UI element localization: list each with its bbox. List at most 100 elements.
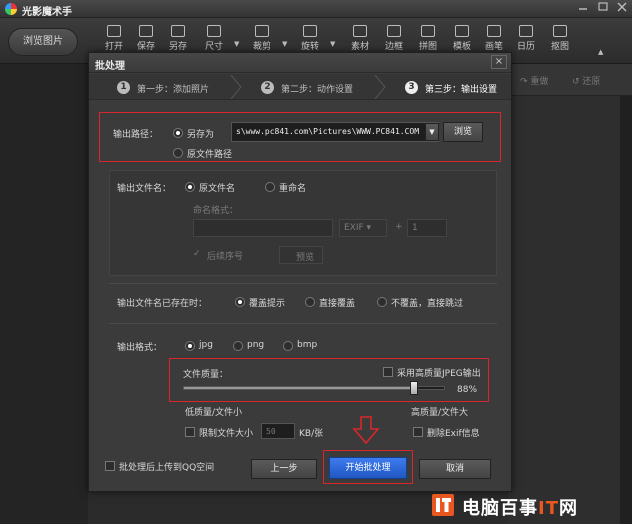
step-1-number: 1: [117, 81, 130, 94]
cutout-icon: [553, 25, 567, 37]
browse-button[interactable]: 浏览: [443, 122, 483, 142]
limit-size-label: 限制文件大小: [199, 429, 254, 439]
step-1-label[interactable]: 第一步：添加照片: [137, 82, 209, 95]
crop-icon: [255, 25, 269, 37]
divider: [109, 323, 497, 324]
quality-label: 文件质量：: [183, 370, 229, 380]
format-png-radio[interactable]: [233, 341, 243, 351]
format-jpg-radio[interactable]: [185, 341, 195, 351]
original-path-radio[interactable]: [173, 148, 183, 158]
format-png-label: png: [247, 340, 265, 350]
save-icon: [139, 25, 153, 37]
cancel-button[interactable]: 取消: [419, 459, 491, 479]
step-separator-icon: [230, 75, 242, 99]
limit-size-input[interactable]: 50: [261, 423, 295, 439]
tool-cutout-button[interactable]: 抠图: [542, 22, 578, 62]
step-3-number: 3: [405, 81, 418, 94]
low-quality-label: 低质量/文件小: [185, 408, 243, 418]
limit-size-checkbox[interactable]: [185, 427, 195, 437]
limit-size-unit: KB/张: [299, 429, 324, 439]
redo-icon: ↷: [520, 77, 531, 87]
naming-format-input[interactable]: [193, 219, 333, 237]
window-minimize-icon[interactable]: [574, 0, 592, 14]
quality-slider-thumb[interactable]: [410, 381, 418, 395]
quality-slider-fill: [184, 387, 413, 389]
quality-slider-track[interactable]: [183, 386, 445, 390]
upload-qq-label: 批处理后上传到QQ空间: [119, 463, 215, 473]
original-name-label: 原文件名: [199, 184, 236, 194]
right-panel-scrollbar[interactable]: [620, 96, 632, 524]
dialog-title: 批处理: [95, 61, 125, 72]
output-name-label: 输出文件名：: [117, 184, 172, 194]
app-logo-icon: [5, 3, 17, 15]
brush-icon: [487, 25, 501, 37]
restore-icon: ↺: [572, 77, 583, 87]
format-jpg-label: jpg: [199, 340, 213, 350]
overwrite-prompt-radio[interactable]: [235, 297, 245, 307]
window-maximize-icon[interactable]: [594, 0, 612, 14]
post-sequence-label: 后续序号: [207, 252, 244, 262]
step-2-label[interactable]: 第二步：动作设置: [281, 82, 353, 95]
previous-step-button[interactable]: 上一步: [251, 459, 317, 479]
upload-qq-checkbox[interactable]: [105, 461, 115, 471]
direct-overwrite-label: 直接覆盖: [319, 299, 356, 309]
save-as-icon: [171, 25, 185, 37]
high-quality-jpeg-checkbox[interactable]: [383, 367, 393, 377]
post-sequence-check-icon[interactable]: ✓: [193, 249, 201, 259]
step-3-label[interactable]: 第三步：输出设置: [425, 82, 497, 95]
output-format-label: 输出格式：: [117, 343, 163, 353]
file-exists-label: 输出文件名已存在时：: [117, 299, 208, 309]
skip-label: 不覆盖，直接跳过: [391, 299, 464, 309]
output-path-label: 输出路径：: [113, 130, 159, 140]
path-dropdown-icon[interactable]: ▼: [425, 123, 439, 141]
original-name-radio[interactable]: [185, 182, 195, 192]
tool-calendar-button[interactable]: 日历: [508, 22, 544, 62]
step-2-number: 2: [261, 81, 274, 94]
browse-images-button[interactable]: 浏览图片: [8, 28, 78, 56]
high-quality-label: 高质量/文件大: [411, 408, 469, 418]
skip-radio[interactable]: [377, 297, 387, 307]
calendar-icon: [519, 25, 533, 37]
rotate-dropdown-icon[interactable]: ▼: [330, 40, 336, 48]
plus-label: +: [395, 222, 403, 232]
save-as-radio[interactable]: [173, 128, 183, 138]
format-bmp-radio[interactable]: [283, 341, 293, 351]
left-workspace: [0, 64, 88, 524]
batch-dialog: 批处理 × 1 第一步：添加照片 2 第二步：动作设置 3 第三步：输出设置 输…: [88, 52, 512, 492]
save-as-label: 另存为: [187, 130, 215, 140]
dialog-close-button[interactable]: ×: [491, 55, 507, 69]
collage-icon: [421, 25, 435, 37]
watermark-logo-icon: [432, 494, 454, 516]
preview-button[interactable]: 预览: [279, 246, 323, 264]
app-titlebar: 光影魔术手: [0, 0, 632, 18]
rename-radio[interactable]: [265, 182, 275, 192]
high-quality-jpeg-label: 采用高质量JPEG输出: [397, 369, 481, 379]
direct-overwrite-radio[interactable]: [305, 297, 315, 307]
resize-dropdown-icon[interactable]: ▼: [234, 40, 240, 48]
divider: [109, 283, 497, 284]
start-batch-button[interactable]: 开始批处理: [329, 457, 407, 479]
frame-icon: [387, 25, 401, 37]
start-number-input[interactable]: 1: [407, 219, 447, 237]
restore-button[interactable]: ↺ 还原: [572, 74, 600, 87]
template-icon: [455, 25, 469, 37]
quality-highlight: [169, 358, 489, 402]
open-icon: [107, 25, 121, 37]
output-path-input[interactable]: s\www.pc841.com\Pictures\WWW.PC841.COM: [231, 122, 439, 142]
crop-dropdown-icon[interactable]: ▼: [282, 40, 288, 48]
original-path-label: 原文件路径: [187, 150, 233, 160]
rename-label: 重命名: [279, 184, 307, 194]
material-icon: [353, 25, 367, 37]
delete-exif-label: 删除Exif信息: [427, 429, 480, 439]
step-separator-icon: [374, 75, 386, 99]
dialog-titlebar: 批处理 ×: [89, 53, 511, 73]
window-close-icon[interactable]: [613, 0, 631, 14]
right-panel: [508, 64, 632, 524]
redo-button[interactable]: ↷ 重做: [520, 74, 548, 87]
resize-icon: [207, 25, 221, 37]
watermark-text: 电脑百事IT网: [462, 498, 578, 519]
exif-select[interactable]: EXIF ▾: [339, 219, 387, 237]
delete-exif-checkbox[interactable]: [413, 427, 423, 437]
more-tools-icon[interactable]: ▲: [598, 48, 604, 56]
overwrite-prompt-label: 覆盖提示: [249, 299, 286, 309]
